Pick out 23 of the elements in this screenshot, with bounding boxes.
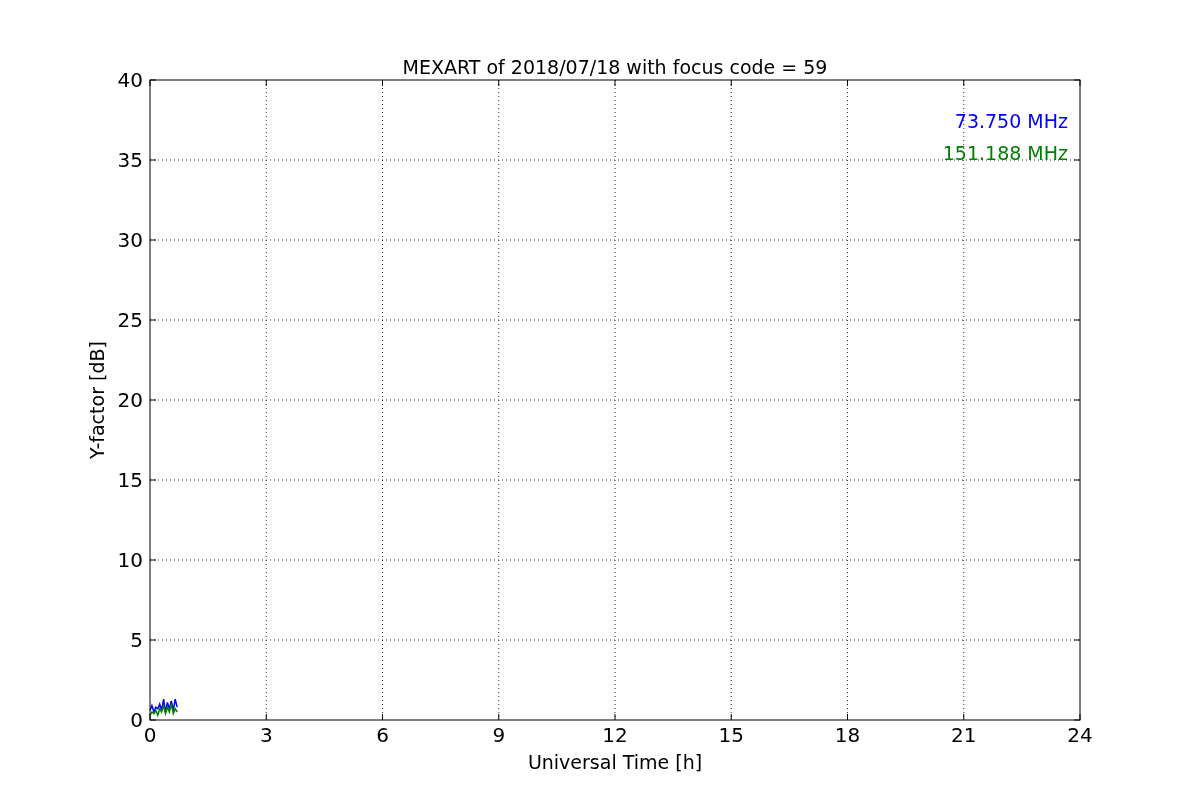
y-tick-label: 10 (117, 548, 143, 572)
legend-label: 73.750 MHz (954, 110, 1068, 132)
y-tick-label: 40 (117, 68, 143, 92)
x-tick-label: 9 (492, 723, 506, 747)
chart-title: MEXART of 2018/07/18 with focus code = 59 (402, 56, 828, 78)
x-tick-label: 3 (259, 723, 273, 747)
x-tick-label: 0 (143, 723, 157, 747)
y-tick-label: 35 (117, 148, 143, 172)
y-axis-label: Y-factor [dB] (86, 341, 108, 459)
y-tick-label: 0 (130, 708, 143, 732)
y-tick-label: 20 (117, 388, 143, 412)
x-tick-label: 6 (376, 723, 389, 747)
y-tick-label: 30 (117, 228, 143, 252)
x-tick-label: 21 (951, 723, 977, 747)
x-tick-label: 12 (602, 723, 628, 747)
y-tick-label: 25 (117, 308, 143, 332)
legend-label: 151.188 MHz (942, 142, 1068, 164)
y-tick-label: 15 (117, 468, 143, 492)
x-tick-label: 24 (1067, 723, 1093, 747)
x-tick-label: 18 (834, 723, 861, 747)
y-tick-label: 5 (130, 628, 143, 652)
x-tick-label: 15 (718, 723, 744, 747)
x-axis-label: Universal Time [h] (527, 751, 703, 773)
